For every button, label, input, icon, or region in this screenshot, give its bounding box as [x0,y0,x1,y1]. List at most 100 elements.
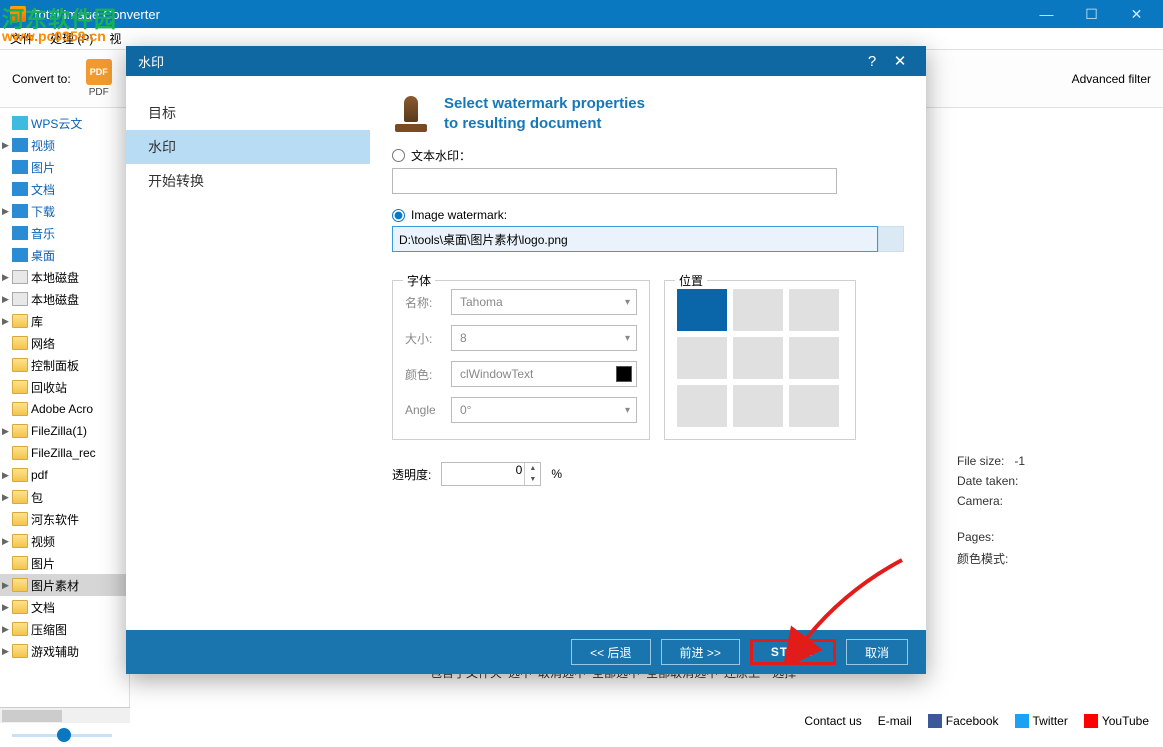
tree-item[interactable]: 图片 [0,552,129,574]
back-button[interactable]: << 后退 [571,639,650,665]
pos-mid-left[interactable] [677,337,727,379]
dialog-nav-item[interactable]: 开始转换 [126,164,370,198]
minimize-button[interactable]: — [1024,0,1069,28]
tree-item[interactable]: ▶FileZilla(1) [0,420,129,442]
opacity-unit: % [551,467,562,481]
cancel-button[interactable]: 取消 [846,639,908,665]
tree-item[interactable]: 文档 [0,178,129,200]
tree-item[interactable]: ▶库 [0,310,129,332]
dialog-nav: 目标水印开始转换 [126,76,370,630]
tree-item[interactable]: ▶下载 [0,200,129,222]
facebook-link[interactable]: Facebook [928,714,999,728]
dialog-heading: Select watermark propertiesto resulting … [444,94,645,133]
tree-item[interactable]: FileZilla_rec [0,442,129,464]
tree-item[interactable]: 河东软件 [0,508,129,530]
twitter-link[interactable]: Twitter [1015,714,1068,728]
browse-button[interactable] [878,226,904,252]
menu-process[interactable]: 处理 (P) [46,28,97,49]
tree-item[interactable]: 桌面 [0,244,129,266]
format-pdf[interactable]: PDFPDF [81,59,117,98]
maximize-button[interactable]: ☐ [1069,0,1114,28]
font-legend: 字体 [403,272,435,289]
pages-label: Pages: [957,530,1149,544]
tree-item[interactable]: ▶压缩图 [0,618,129,640]
dialog-footer: << 后退 前进 >> START 取消 [126,630,926,674]
tree-item[interactable]: 图片 [0,156,129,178]
app-title: Total Image Converter [32,7,1024,22]
tree-item[interactable]: 回收站 [0,376,129,398]
tree-item[interactable]: ▶pdf [0,464,129,486]
folder-tree[interactable]: WPS云文▶视频图片文档▶下载音乐桌面▶本地磁盘▶本地磁盘▶库网络控制面板回收站… [0,108,130,707]
font-groupbox: 字体 名称: Tahoma▾ 大小: 8▾ 颜色: clWindowText A… [392,280,650,440]
filesize-label: File size: [957,454,1004,468]
font-color-combo[interactable]: clWindowText [451,361,637,387]
convert-to-label: Convert to: [12,72,71,86]
tree-item[interactable]: ▶文档 [0,596,129,618]
tree-item[interactable]: ▶视频 [0,530,129,552]
dialog-nav-item[interactable]: 目标 [126,96,370,130]
close-button[interactable]: ✕ [1114,0,1159,28]
properties-panel: File size: -1 Date taken: Camera: Pages:… [943,108,1163,583]
datetaken-label: Date taken: [957,474,1149,488]
menu-file[interactable]: 文件 [6,28,38,49]
watermark-dialog: 水印 ? ✕ 目标水印开始转换 Select watermark propert… [126,46,926,674]
tree-item[interactable]: ▶本地磁盘 [0,266,129,288]
zoom-slider[interactable] [12,734,112,737]
advanced-filter-link[interactable]: Advanced filter [1072,72,1151,86]
image-watermark-radio[interactable]: Image watermark: [392,208,904,222]
dialog-pane: Select watermark propertiesto resulting … [370,76,926,630]
app-icon [10,6,26,22]
dialog-close-button[interactable]: ✕ [886,52,914,70]
font-size-label: 大小: [405,330,451,347]
dialog-help-button[interactable]: ? [858,53,886,70]
font-size-combo[interactable]: 8▾ [451,325,637,351]
tree-item[interactable]: ▶视频 [0,134,129,156]
youtube-icon [1084,714,1098,728]
tree-item[interactable]: ▶包 [0,486,129,508]
pos-bot-center[interactable] [733,385,783,427]
youtube-link[interactable]: YouTube [1084,714,1149,728]
tree-item[interactable]: ▶游戏辅助 [0,640,129,662]
pos-mid-center[interactable] [733,337,783,379]
font-angle-label: Angle [405,403,451,417]
image-path-input[interactable] [392,226,878,252]
font-name-combo[interactable]: Tahoma▾ [451,289,637,315]
tree-item[interactable]: Adobe Acro [0,398,129,420]
font-color-label: 颜色: [405,366,451,383]
position-legend: 位置 [675,272,707,289]
titlebar: Total Image Converter — ☐ ✕ [0,0,1163,28]
position-groupbox: 位置 [664,280,856,440]
dialog-title: 水印 [138,52,858,71]
text-watermark-radio[interactable]: 文本水印： [392,147,904,164]
tree-item[interactable]: 音乐 [0,222,129,244]
pos-bot-right[interactable] [789,385,839,427]
opacity-label: 透明度: [392,466,431,483]
email-link[interactable]: E-mail [878,714,912,728]
start-button[interactable]: START [750,639,836,665]
tree-item[interactable]: ▶图片素材 [0,574,129,596]
opacity-spinner[interactable]: 0 ▲▼ [441,462,541,486]
position-grid[interactable] [677,289,843,427]
text-watermark-input[interactable] [392,168,837,194]
colormode-label: 颜色模式: [957,550,1149,567]
pos-mid-right[interactable] [789,337,839,379]
tree-item[interactable]: 网络 [0,332,129,354]
tree-item[interactable]: WPS云文 [0,112,129,134]
stamp-icon [392,94,430,132]
tree-item[interactable]: ▶本地磁盘 [0,288,129,310]
dialog-nav-item[interactable]: 水印 [126,130,370,164]
pos-top-right[interactable] [789,289,839,331]
tree-hscroll[interactable] [0,707,130,723]
contact-link[interactable]: Contact us [804,714,861,728]
tree-item[interactable]: 控制面板 [0,354,129,376]
menu-view[interactable]: 视 [105,28,125,49]
camera-label: Camera: [957,494,1149,508]
facebook-icon [928,714,942,728]
pos-top-left[interactable] [677,289,727,331]
pos-bot-left[interactable] [677,385,727,427]
filesize-value: -1 [1014,454,1025,468]
pos-top-center[interactable] [733,289,783,331]
dialog-titlebar: 水印 ? ✕ [126,46,926,76]
next-button[interactable]: 前进 >> [661,639,740,665]
font-angle-combo[interactable]: 0°▾ [451,397,637,423]
